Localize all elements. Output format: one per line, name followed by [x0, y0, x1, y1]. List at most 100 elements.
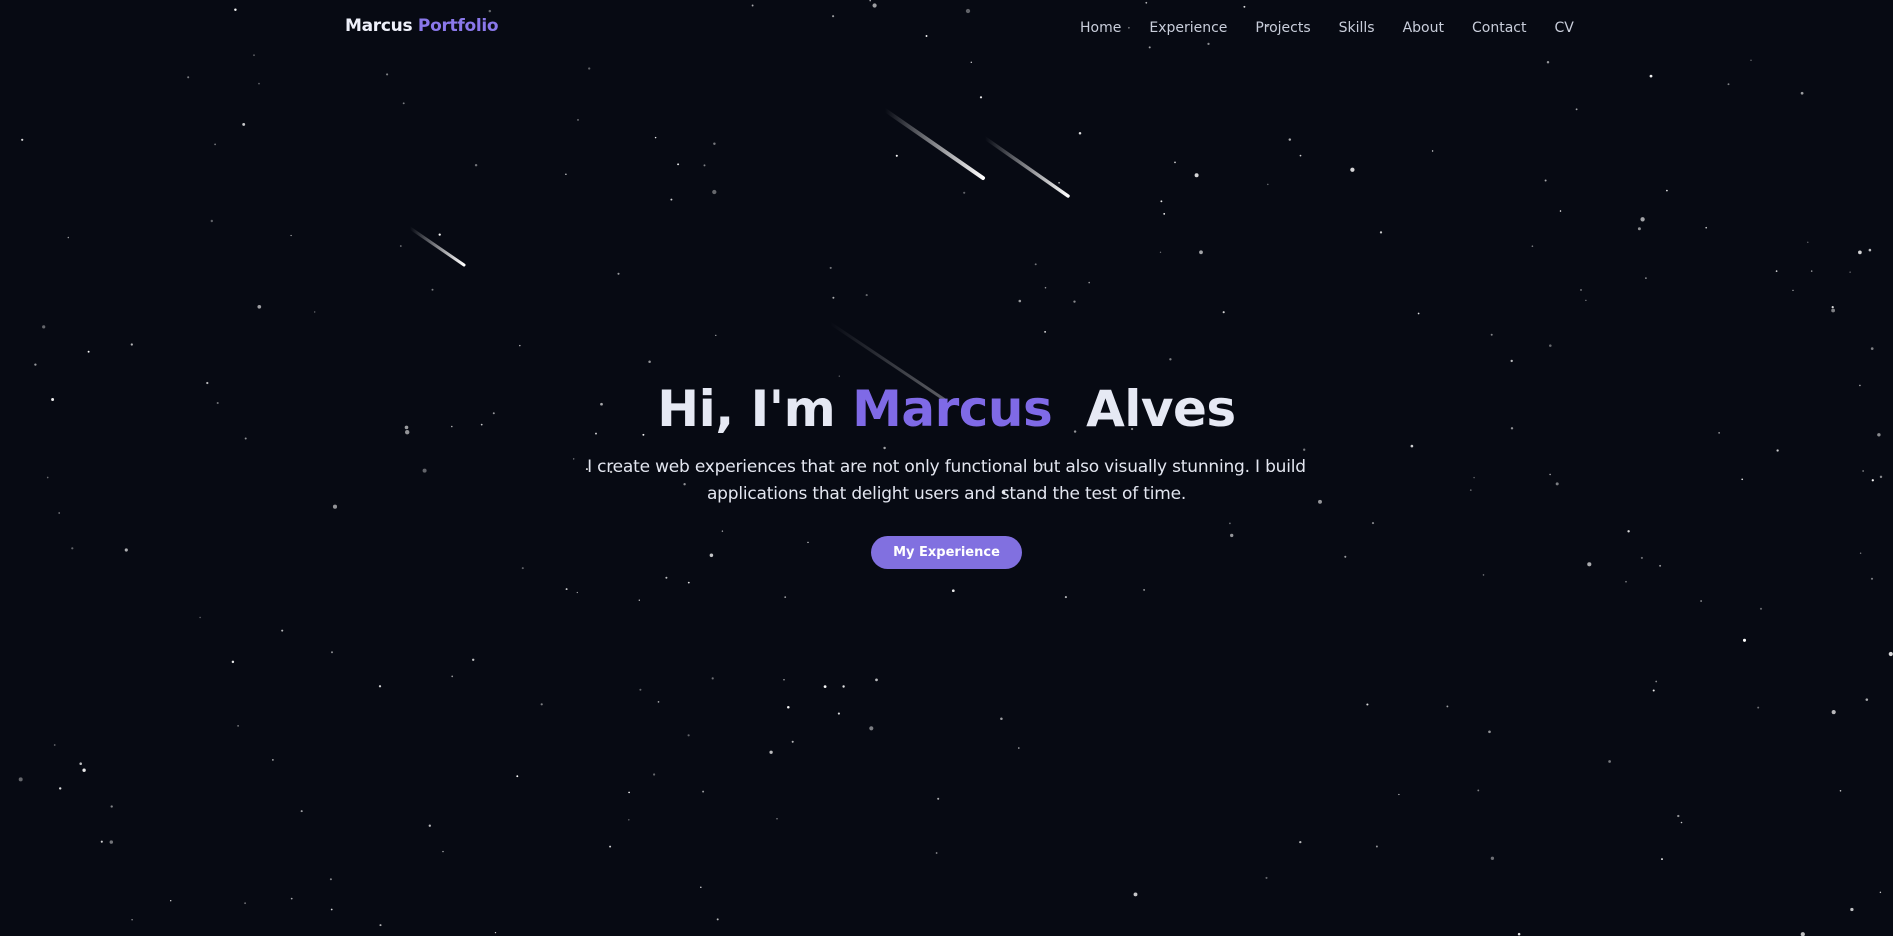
star [565, 173, 567, 175]
star [187, 76, 190, 79]
nav-link-projects[interactable]: Projects [1255, 20, 1310, 36]
star [1666, 189, 1668, 192]
star [1398, 793, 1400, 796]
star [687, 734, 690, 737]
star [331, 651, 333, 654]
star [895, 154, 898, 157]
star [231, 660, 235, 664]
star [1510, 359, 1513, 363]
my-experience-button[interactable]: My Experience [871, 536, 1022, 569]
star [399, 245, 402, 247]
star [1800, 91, 1804, 95]
star [1000, 717, 1003, 720]
star [1417, 312, 1420, 315]
star [712, 189, 717, 195]
star [832, 296, 835, 299]
star [540, 703, 543, 706]
hero-greeting: Hi, I'm [657, 380, 836, 438]
nav-link-contact[interactable]: Contact [1472, 20, 1526, 36]
nav-link-cv[interactable]: CV [1554, 20, 1573, 36]
star [1350, 167, 1355, 172]
star [451, 675, 454, 678]
star [442, 850, 444, 853]
star [1839, 790, 1842, 792]
star [609, 845, 612, 848]
star [715, 334, 717, 337]
star [1073, 300, 1076, 303]
star [1299, 154, 1302, 157]
star [787, 705, 790, 709]
star [1133, 892, 1138, 897]
star [700, 886, 702, 889]
star [1288, 138, 1292, 141]
brand-first: Marcus [345, 16, 413, 36]
hero-first-name: Marcus [852, 380, 1053, 438]
star [1088, 281, 1090, 284]
nav-link-about[interactable]: About [1403, 20, 1444, 36]
hero-description: I create web experiences that are not on… [587, 457, 1306, 504]
star [1727, 83, 1730, 86]
star [42, 325, 46, 329]
star [1750, 59, 1752, 61]
star [272, 759, 274, 761]
star [1160, 200, 1163, 203]
star [1058, 181, 1061, 184]
star [1870, 577, 1874, 580]
star [677, 163, 680, 166]
star [1810, 270, 1813, 272]
star [386, 73, 389, 76]
star [1637, 227, 1641, 231]
star [1742, 638, 1747, 642]
star [670, 198, 673, 201]
star [1831, 710, 1836, 715]
star [1375, 845, 1378, 848]
nav-link-skills[interactable]: Skills [1339, 20, 1375, 36]
star [257, 304, 262, 309]
nav-link-experience[interactable]: Experience [1149, 20, 1227, 36]
star [130, 343, 133, 346]
star [258, 82, 260, 85]
brand-logo[interactable]: Marcus Portfolio [345, 16, 499, 36]
star [300, 810, 303, 813]
star [1850, 907, 1854, 912]
star [1868, 248, 1872, 252]
star [472, 658, 475, 661]
star [67, 236, 70, 239]
star [1559, 210, 1562, 212]
star [1267, 183, 1269, 186]
star [1018, 747, 1020, 749]
star [516, 775, 519, 778]
nav-link-home[interactable]: Home [1080, 20, 1121, 36]
star [1888, 651, 1893, 657]
star [703, 164, 706, 167]
star [100, 840, 103, 843]
star [34, 363, 37, 366]
star [290, 897, 293, 900]
star [657, 701, 660, 703]
star [1661, 858, 1663, 861]
star [402, 102, 405, 105]
star [1064, 596, 1067, 599]
star [1159, 251, 1162, 253]
star [1517, 932, 1521, 936]
star [577, 119, 579, 121]
star [1645, 277, 1647, 279]
star [1265, 876, 1268, 879]
star [963, 191, 966, 194]
star [1575, 108, 1578, 111]
star [82, 768, 86, 772]
star [1549, 344, 1552, 347]
star [53, 744, 56, 746]
star [783, 679, 785, 681]
page-root: Marcus Portfolio Home Experience Project… [0, 0, 1893, 936]
star [648, 360, 651, 363]
star [838, 375, 840, 377]
star [1580, 289, 1582, 291]
shooting-star [883, 108, 985, 180]
star [1477, 789, 1480, 792]
star [665, 576, 668, 579]
star [1849, 271, 1851, 273]
star [776, 818, 778, 820]
star [1608, 760, 1611, 763]
star [1446, 705, 1449, 708]
